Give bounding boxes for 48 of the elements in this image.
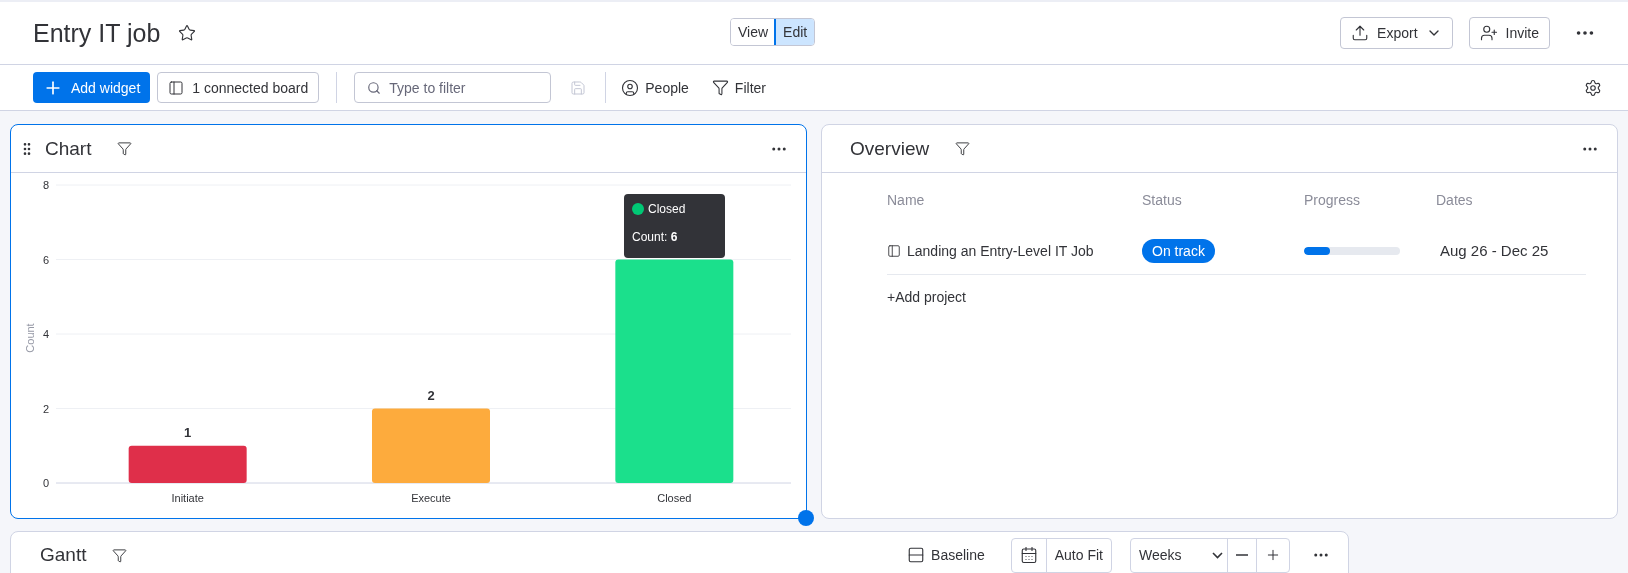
y-axis-label: Count	[24, 323, 36, 353]
add-widget-button[interactable]: Add widget	[33, 72, 151, 103]
tooltip-label: Closed	[648, 202, 686, 216]
y-tick-label: 4	[42, 328, 49, 340]
chevron-down-icon	[1211, 551, 1223, 559]
export-button[interactable]: Export	[1340, 17, 1453, 49]
project-name[interactable]: Landing an Entry-Level IT Job	[907, 242, 1094, 259]
people-button[interactable]: People	[613, 72, 697, 103]
add-project-link[interactable]: +Add project	[887, 289, 966, 305]
connected-board-button[interactable]: 1 connected board	[157, 72, 320, 103]
add-user-icon	[1479, 24, 1498, 42]
search-icon	[367, 81, 382, 95]
calendar-icon	[1019, 546, 1038, 564]
column-header: Name	[887, 191, 926, 210]
status-label[interactable]: On track	[1142, 238, 1215, 263]
y-tick-label: 0	[42, 477, 49, 489]
widget-title: Overview	[850, 137, 930, 160]
tooltip-value: Count: 6	[632, 230, 679, 244]
filter-button[interactable]: Filter	[703, 72, 774, 103]
filter-field[interactable]: Type to filter	[354, 72, 552, 103]
minus-icon	[1236, 554, 1248, 556]
column-header: Dates	[1436, 191, 1474, 210]
value-label: 2	[427, 387, 435, 403]
column-header: Status	[1142, 191, 1183, 210]
page-title: Entry IT job	[33, 18, 161, 48]
y-tick-label: 6	[42, 253, 49, 266]
column-header: Progress	[1304, 191, 1362, 210]
upload-icon	[1351, 24, 1370, 42]
filter-icon	[711, 79, 729, 96]
resize-handle[interactable]	[798, 510, 814, 526]
invite-button[interactable]: Invite	[1468, 17, 1550, 49]
x-tick-label: Initiate	[171, 492, 204, 504]
widget-title: Gantt	[40, 544, 87, 566]
bar[interactable]	[128, 445, 247, 483]
date-range: Aug 26 - Dec 25	[1440, 242, 1549, 259]
person-icon	[621, 78, 640, 97]
y-tick-label: 8	[42, 179, 49, 191]
plus-icon	[1265, 547, 1281, 563]
x-tick-label: Execute	[411, 492, 451, 504]
board-icon	[887, 243, 901, 258]
view-mode-toggle[interactable]: Edit	[775, 19, 815, 45]
baseline-button[interactable]: Baseline	[899, 539, 993, 571]
y-tick-label: 2	[42, 402, 49, 415]
rows-icon	[907, 546, 926, 564]
board-icon	[168, 79, 185, 96]
widget-title: Chart	[45, 137, 92, 160]
value-label: 1	[184, 424, 192, 440]
x-tick-label: Closed	[657, 492, 692, 504]
